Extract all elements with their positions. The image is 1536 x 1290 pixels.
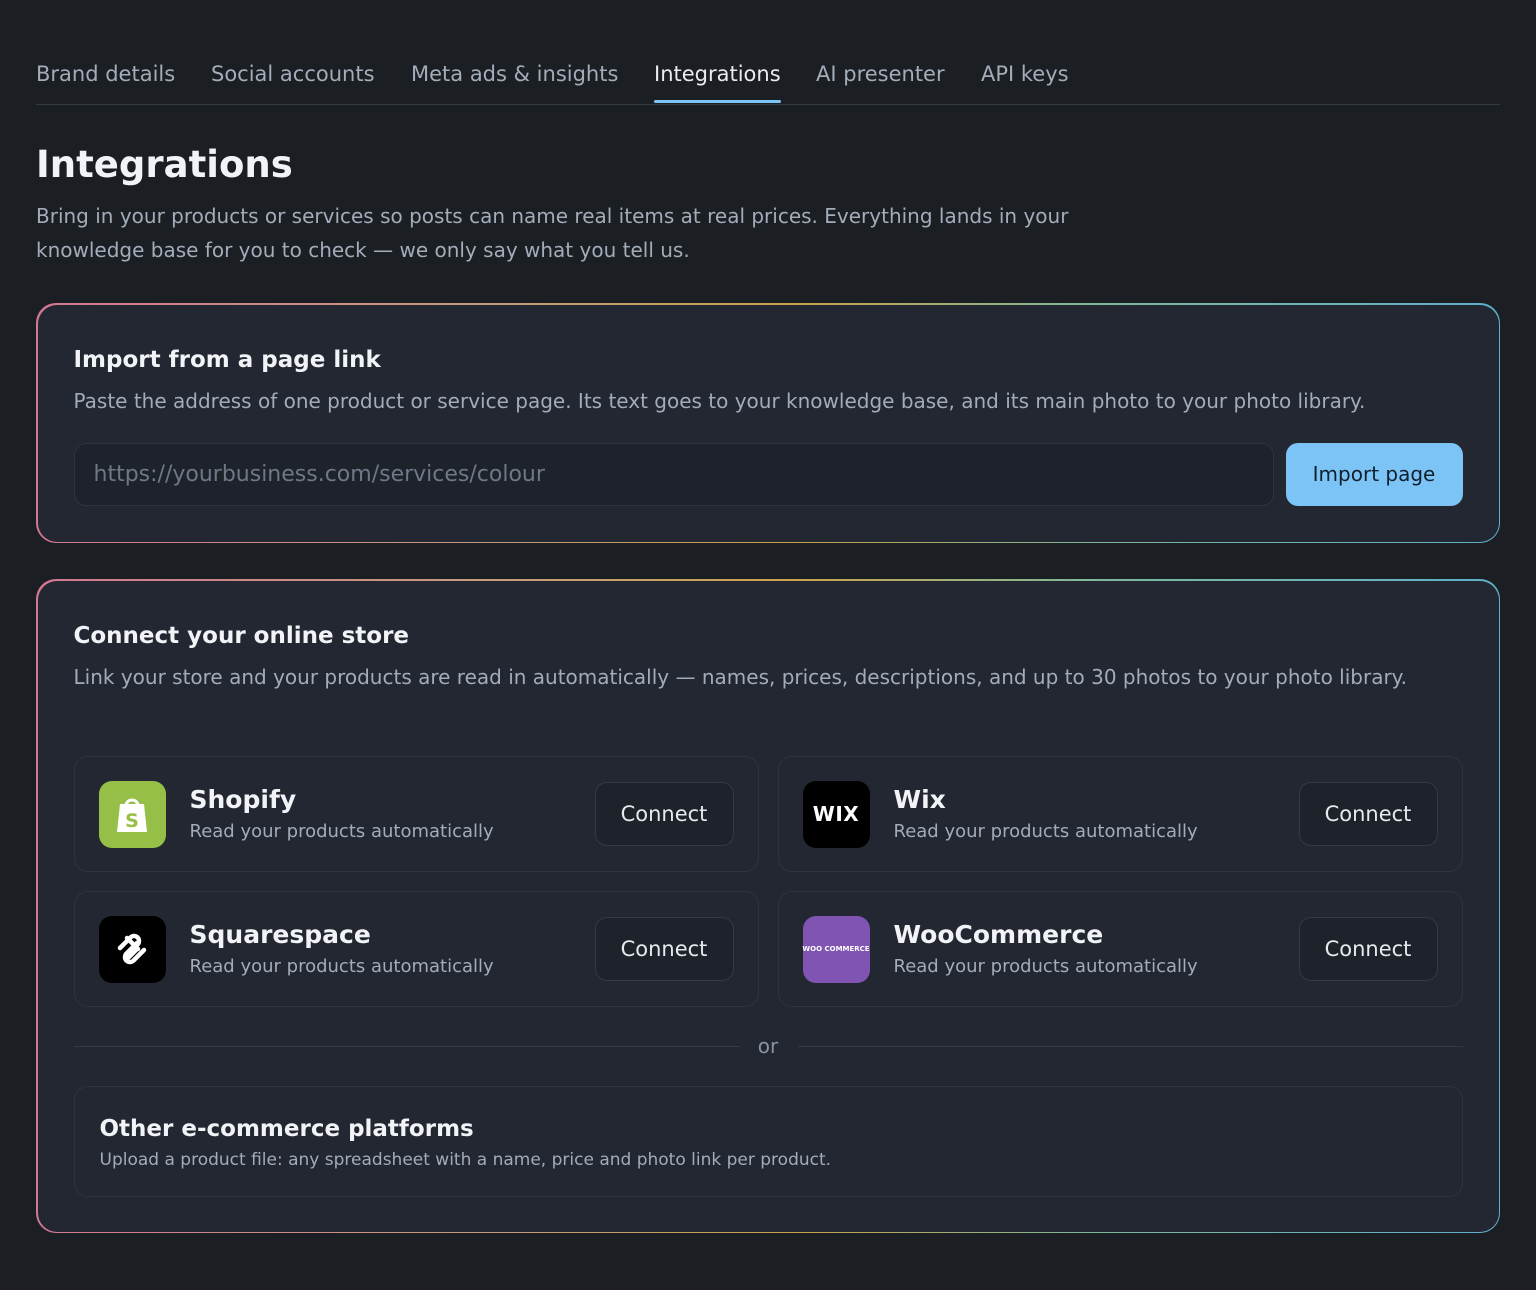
woocommerce-icon: WOO COMMERCE [802,915,870,983]
store-subtitle: Read your products automatically [893,955,1198,977]
import-page-card: Import from a page link Paste the addres… [36,303,1500,543]
page-intro: Bring in your products or services so po… [36,204,1069,262]
store-name: Shopify [189,784,297,814]
store-tile-squarespace: Squarespace Read your products automatic… [73,890,759,1007]
store-tile-wix: WIX Wix Read your products automatically… [777,755,1463,872]
divider-or: or [757,1033,779,1058]
settings-tabs: Brand details Social accounts Meta ads &… [36,50,1500,105]
settings-page: Brand details Social accounts Meta ads &… [0,0,1536,1290]
connect-squarespace-button[interactable]: Connect [594,916,734,981]
other-platforms-option[interactable]: Other e-commerce platforms Upload a prod… [73,1085,1463,1197]
store-name: Squarespace [189,919,371,949]
online-store-card: Connect your online store Link your stor… [36,579,1500,1233]
connect-wix-button[interactable]: Connect [1298,781,1438,846]
page-url-input[interactable] [73,442,1274,506]
store-subtitle: Read your products automatically [189,820,494,842]
tab-brand-details[interactable]: Brand details [36,61,175,87]
wix-logo-text: WIX [812,802,860,826]
tab-meta-ads-insights[interactable]: Meta ads & insights [411,61,618,87]
active-tab-indicator [654,100,781,103]
store-tile-shopify: S Shopify Read your products automatical… [73,755,759,872]
shopify-icon: S [98,780,166,848]
store-tile-woocommerce: WOO COMMERCE WooCommerce Read your produ… [777,890,1463,1007]
tab-ai-presenter[interactable]: AI presenter [816,61,945,87]
other-platforms-title: Other e-commerce platforms [99,1115,474,1142]
tab-social-accounts[interactable]: Social accounts [211,61,375,87]
store-subtitle: Read your products automatically [893,820,1198,842]
store-card-title: Connect your online store [73,622,410,649]
store-card-description: Link your store and your products are re… [73,664,1408,689]
connect-shopify-button[interactable]: Connect [594,781,734,846]
squarespace-icon [98,915,166,983]
wix-icon: WIX [802,780,870,848]
import-card-description: Paste the address of one product or serv… [73,388,1366,413]
store-name: WooCommerce [893,919,1104,949]
tab-integrations[interactable]: Integrations [654,61,781,87]
woocommerce-logo-text: WOO COMMERCE [802,945,870,953]
tab-api-keys[interactable]: API keys [981,61,1069,87]
store-subtitle: Read your products automatically [189,955,494,977]
svg-text:S: S [125,810,139,832]
import-page-button[interactable]: Import page [1285,442,1463,506]
import-card-title: Import from a page link [73,346,381,373]
connect-woocommerce-button[interactable]: Connect [1298,916,1438,981]
page-title: Integrations [36,143,293,186]
store-name: Wix [893,784,946,814]
other-platforms-subtitle: Upload a product file: any spreadsheet w… [99,1149,832,1170]
